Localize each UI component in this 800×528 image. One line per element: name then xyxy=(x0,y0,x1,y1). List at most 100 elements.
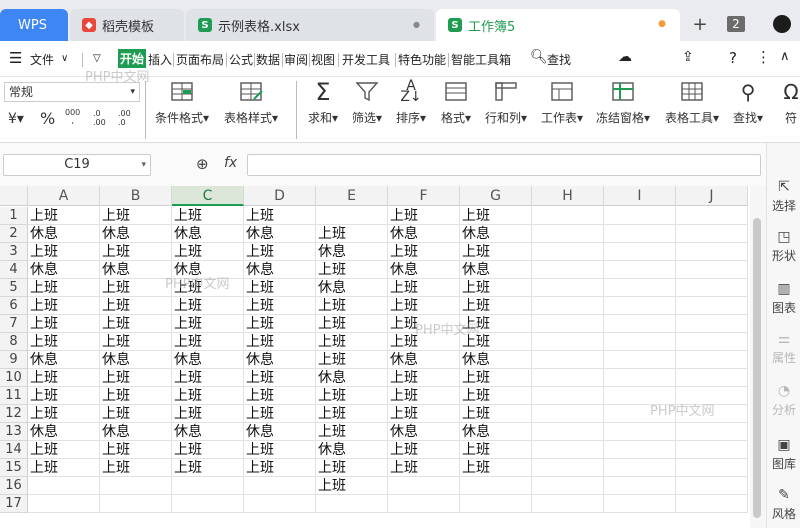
panel-shape[interactable]: ◳ 形状 xyxy=(767,229,800,264)
cell-B9[interactable]: 休息 xyxy=(100,351,172,369)
row-header[interactable]: 8 xyxy=(0,333,28,351)
cell-I3[interactable] xyxy=(604,243,676,261)
cell-D7[interactable]: 上班 xyxy=(244,315,316,333)
cell-B15[interactable]: 上班 xyxy=(100,459,172,477)
table-style-button[interactable]: 表格样式▾ xyxy=(224,81,278,126)
cell-C10[interactable]: 上班 xyxy=(172,369,244,387)
cell-A11[interactable]: 上班 xyxy=(28,387,100,405)
row-header[interactable]: 16 xyxy=(0,477,28,495)
row-header[interactable]: 13 xyxy=(0,423,28,441)
cell-F9[interactable]: 休息 xyxy=(388,351,460,369)
menu-smart-toolbox[interactable]: 智能工具箱 xyxy=(451,51,511,68)
cell-J6[interactable] xyxy=(676,297,748,315)
row-header[interactable]: 17 xyxy=(0,495,28,513)
cell-H7[interactable] xyxy=(532,315,604,333)
number-format-select[interactable]: 常规 ▾ xyxy=(4,82,140,102)
cell-B1[interactable]: 上班 xyxy=(100,207,172,225)
worksheet-button[interactable]: 工作表▾ xyxy=(541,81,583,126)
cell-G14[interactable]: 上班 xyxy=(460,441,532,459)
cell-F16[interactable] xyxy=(388,477,460,495)
cell-A16[interactable] xyxy=(28,477,100,495)
cell-C4[interactable]: 休息 xyxy=(172,261,244,279)
column-header[interactable]: H xyxy=(532,186,604,206)
cell-H12[interactable] xyxy=(532,405,604,423)
cell-H9[interactable] xyxy=(532,351,604,369)
cell-I15[interactable] xyxy=(604,459,676,477)
formula-input[interactable] xyxy=(247,154,761,176)
cell-G17[interactable] xyxy=(460,495,532,513)
cell-F13[interactable]: 休息 xyxy=(388,423,460,441)
cell-B17[interactable] xyxy=(100,495,172,513)
cell-I16[interactable] xyxy=(604,477,676,495)
cell-A8[interactable]: 上班 xyxy=(28,333,100,351)
cell-I6[interactable] xyxy=(604,297,676,315)
column-header[interactable]: F xyxy=(388,186,460,206)
cell-J14[interactable] xyxy=(676,441,748,459)
cell-H4[interactable] xyxy=(532,261,604,279)
fx-button[interactable]: fx xyxy=(224,155,237,171)
scrollbar-thumb[interactable] xyxy=(753,218,761,518)
share-icon[interactable]: ⇪ xyxy=(682,49,694,65)
cell-D6[interactable]: 上班 xyxy=(244,297,316,315)
tab-wps-home[interactable]: WPS xyxy=(0,9,68,41)
menu-features[interactable]: 特色功能 xyxy=(398,51,446,68)
cell-J3[interactable] xyxy=(676,243,748,261)
menu-home[interactable]: 开始 xyxy=(118,49,147,68)
panel-chart[interactable]: ▥ 图表 xyxy=(767,281,800,316)
menu-search[interactable]: 查找 xyxy=(547,51,571,68)
cell-E9[interactable]: 上班 xyxy=(316,351,388,369)
collapse-ribbon-icon[interactable]: ∧ xyxy=(780,49,790,64)
cell-G13[interactable]: 休息 xyxy=(460,423,532,441)
cell-I7[interactable] xyxy=(604,315,676,333)
modified-dot-icon[interactable]: ● xyxy=(658,19,666,29)
cell-F12[interactable]: 上班 xyxy=(388,405,460,423)
cell-H13[interactable] xyxy=(532,423,604,441)
cell-C12[interactable]: 上班 xyxy=(172,405,244,423)
column-header[interactable]: E xyxy=(316,186,388,206)
cell-G7[interactable]: 上班 xyxy=(460,315,532,333)
cell-G9[interactable]: 休息 xyxy=(460,351,532,369)
column-header[interactable]: D xyxy=(244,186,316,206)
cell-I8[interactable] xyxy=(604,333,676,351)
cell-E13[interactable]: 上班 xyxy=(316,423,388,441)
cell-B8[interactable]: 上班 xyxy=(100,333,172,351)
cell-A1[interactable]: 上班 xyxy=(28,207,100,225)
cell-C16[interactable] xyxy=(172,477,244,495)
symbol-button[interactable]: Ω 符 xyxy=(778,81,800,126)
row-header[interactable]: 1 xyxy=(0,207,28,225)
cell-F7[interactable]: 上班 xyxy=(388,315,460,333)
user-avatar[interactable] xyxy=(770,12,794,36)
cell-F15[interactable]: 上班 xyxy=(388,459,460,477)
cell-D9[interactable]: 休息 xyxy=(244,351,316,369)
quick-access-dropdown-icon[interactable]: ▽ xyxy=(93,53,101,64)
cell-F6[interactable]: 上班 xyxy=(388,297,460,315)
row-header[interactable]: 4 xyxy=(0,261,28,279)
cell-I12[interactable] xyxy=(604,405,676,423)
format-button[interactable]: 格式▾ xyxy=(441,81,471,126)
cell-E15[interactable]: 上班 xyxy=(316,459,388,477)
cell-I13[interactable] xyxy=(604,423,676,441)
cell-B3[interactable]: 上班 xyxy=(100,243,172,261)
cell-J10[interactable] xyxy=(676,369,748,387)
cell-C3[interactable]: 上班 xyxy=(172,243,244,261)
cell-C14[interactable]: 上班 xyxy=(172,441,244,459)
cell-B4[interactable]: 休息 xyxy=(100,261,172,279)
sum-button[interactable]: Σ 求和▾ xyxy=(308,80,338,126)
cell-J16[interactable] xyxy=(676,477,748,495)
cell-H15[interactable] xyxy=(532,459,604,477)
cell-I17[interactable] xyxy=(604,495,676,513)
cell-F17[interactable] xyxy=(388,495,460,513)
menu-insert[interactable]: 插入 xyxy=(148,51,172,68)
cell-I9[interactable] xyxy=(604,351,676,369)
row-header[interactable]: 7 xyxy=(0,315,28,333)
cell-D16[interactable] xyxy=(244,477,316,495)
cell-A13[interactable]: 休息 xyxy=(28,423,100,441)
menu-page-layout[interactable]: 页面布局 xyxy=(176,51,224,68)
cell-G8[interactable]: 上班 xyxy=(460,333,532,351)
panel-select[interactable]: ⇱ 选择 xyxy=(767,179,800,214)
cell-A10[interactable]: 上班 xyxy=(28,369,100,387)
cell-E16[interactable]: 上班 xyxy=(316,477,388,495)
cell-D12[interactable]: 上班 xyxy=(244,405,316,423)
row-header[interactable]: 6 xyxy=(0,297,28,315)
cell-D8[interactable]: 上班 xyxy=(244,333,316,351)
